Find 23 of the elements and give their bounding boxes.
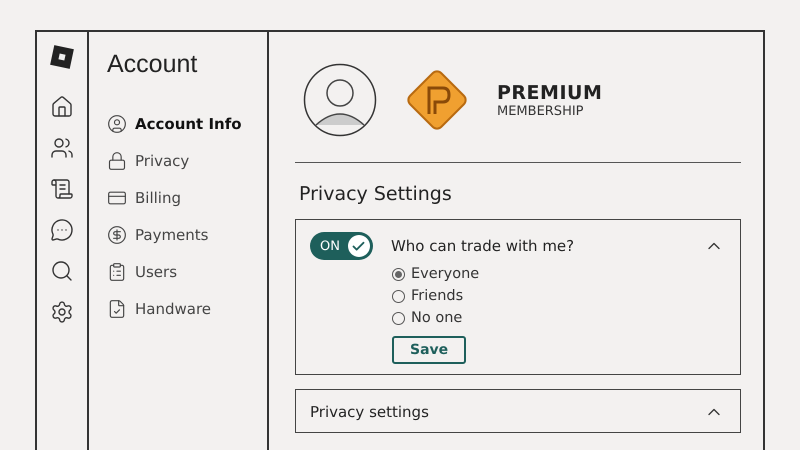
sidebar-item[interactable]: Privacy	[135, 152, 190, 170]
radio-option[interactable]: No one	[392, 310, 724, 326]
clipboard-icon	[107, 262, 127, 282]
save-button[interactable]: Save	[392, 336, 466, 364]
panel-title: Privacy settings	[310, 403, 430, 421]
section-title: Privacy Settings	[299, 183, 453, 205]
sidebar-item[interactable]: Users	[135, 262, 178, 280]
panel-title: Who can trade with me?	[390, 237, 576, 255]
radio-option[interactable]: Everyone	[392, 266, 724, 282]
premium-title: PREMIUM	[497, 82, 602, 104]
membership-label: MEMBERSHIP	[497, 104, 585, 118]
avatar-icon	[303, 63, 377, 137]
user-circle-icon	[107, 114, 127, 134]
document-check-icon	[107, 298, 127, 318]
radio-option[interactable]: Friends	[392, 288, 724, 304]
toggle-switch[interactable]: ON	[310, 232, 373, 260]
sidebar-item[interactable]: Billing	[135, 188, 181, 206]
sidebar-item[interactable]: Account Info	[135, 114, 242, 132]
sidebar-title: Account	[107, 50, 198, 79]
dollar-icon	[107, 224, 127, 244]
lock-icon	[107, 150, 127, 170]
sidebar-item[interactable]: Payments	[135, 226, 208, 244]
sidebar-item[interactable]: Handware	[135, 300, 212, 318]
